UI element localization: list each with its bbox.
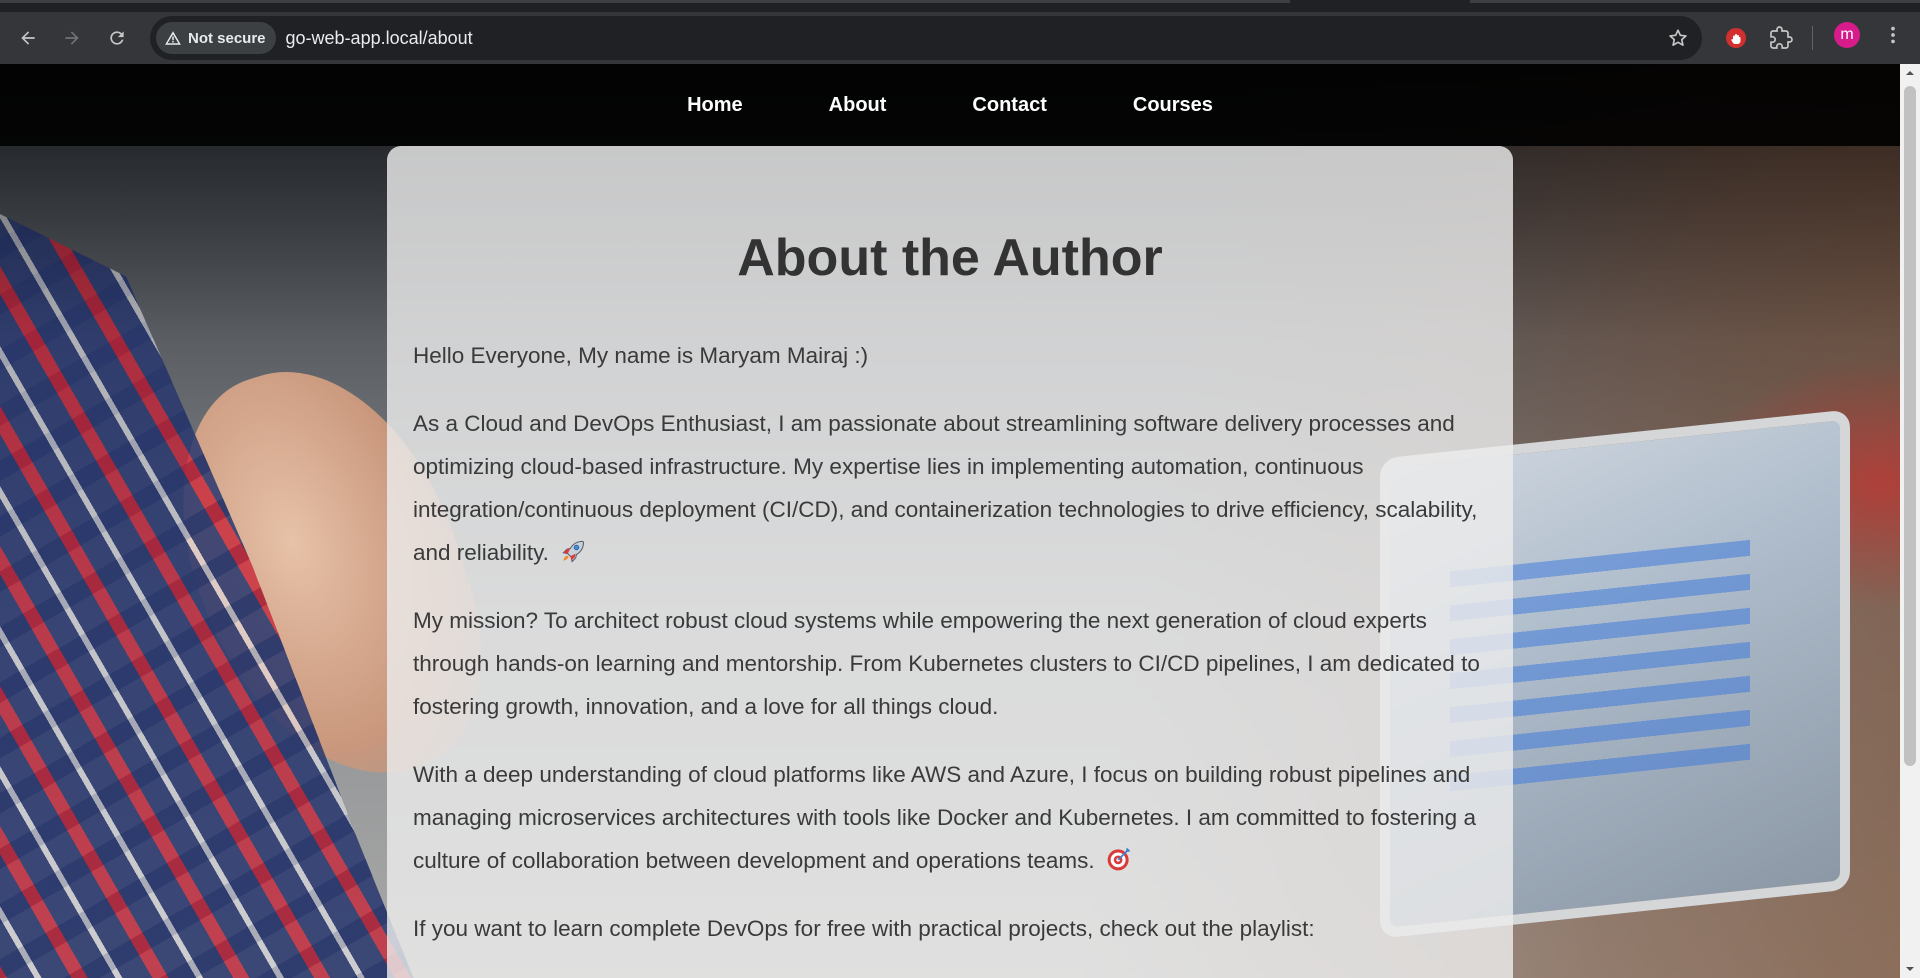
warning-triangle-icon	[165, 31, 181, 45]
arrow-left-icon	[21, 31, 35, 45]
url-text[interactable]: go-web-app.local/about	[286, 28, 473, 49]
scroll-thumb[interactable]	[1904, 86, 1916, 766]
nav-about-link[interactable]: About	[786, 94, 930, 117]
back-button[interactable]	[8, 18, 48, 58]
browser-menu-button[interactable]	[1878, 20, 1908, 50]
address-bar[interactable]: Not secure go-web-app.local/about	[150, 16, 1702, 60]
scroll-up-button[interactable]	[1900, 64, 1920, 82]
extensions-button[interactable]	[1765, 22, 1797, 54]
forward-button[interactable]	[52, 18, 92, 58]
security-chip[interactable]: Not secure	[156, 22, 276, 54]
nav-courses-link[interactable]: Courses	[1090, 94, 1256, 117]
kebab-menu-icon	[1891, 26, 1895, 44]
page-scrollbar[interactable]	[1900, 64, 1920, 978]
paragraph-playlist: If you want to learn complete DevOps for…	[413, 916, 1315, 941]
intro-paragraph: Hello Everyone, My name is Maryam Mairaj…	[413, 343, 869, 368]
paragraph-mission: My mission? To architect robust cloud sy…	[413, 608, 1480, 719]
rocket-emoji	[562, 540, 585, 563]
about-card: About the Author Hello Everyone, My name…	[387, 146, 1513, 978]
paragraph-expertise: With a deep understanding of cloud platf…	[413, 753, 1487, 882]
bookmark-button[interactable]	[1664, 24, 1692, 52]
tab-edge	[1470, 0, 1920, 3]
page-viewport: Home About Contact Courses About the Aut…	[0, 64, 1900, 978]
target-emoji	[1107, 847, 1131, 871]
puzzle-icon	[1770, 26, 1793, 49]
star-icon	[1669, 29, 1687, 46]
arrow-right-icon	[65, 31, 79, 45]
nav-home-link[interactable]: Home	[644, 94, 786, 117]
site-navbar: Home About Contact Courses	[0, 64, 1900, 146]
scroll-down-button[interactable]	[1900, 960, 1920, 978]
extension-button[interactable]	[1720, 22, 1752, 54]
reload-icon	[110, 31, 124, 45]
nav-contact-link[interactable]: Contact	[929, 94, 1089, 117]
tab-edge	[0, 0, 1290, 3]
scroll-down-arrow-icon	[1906, 967, 1914, 971]
browser-toolbar: Not secure go-web-app.local/about	[0, 12, 1920, 64]
profile-avatar[interactable]: m	[1834, 22, 1860, 48]
reload-button[interactable]	[97, 18, 137, 58]
security-label: Not secure	[188, 29, 266, 47]
url-host: go-web-app.local	[285, 27, 423, 48]
paragraph-expertise-text: With a deep understanding of cloud platf…	[413, 762, 1476, 873]
toolbar-divider	[1812, 26, 1813, 50]
paragraph-enthusiast: As a Cloud and DevOps Enthusiast, I am p…	[413, 402, 1487, 574]
page-title: About the Author	[737, 229, 1163, 287]
scroll-up-arrow-icon	[1906, 71, 1914, 75]
url-path: /about	[422, 27, 473, 48]
red-hand-extension-icon	[1726, 28, 1746, 48]
tab-strip	[0, 0, 1920, 12]
